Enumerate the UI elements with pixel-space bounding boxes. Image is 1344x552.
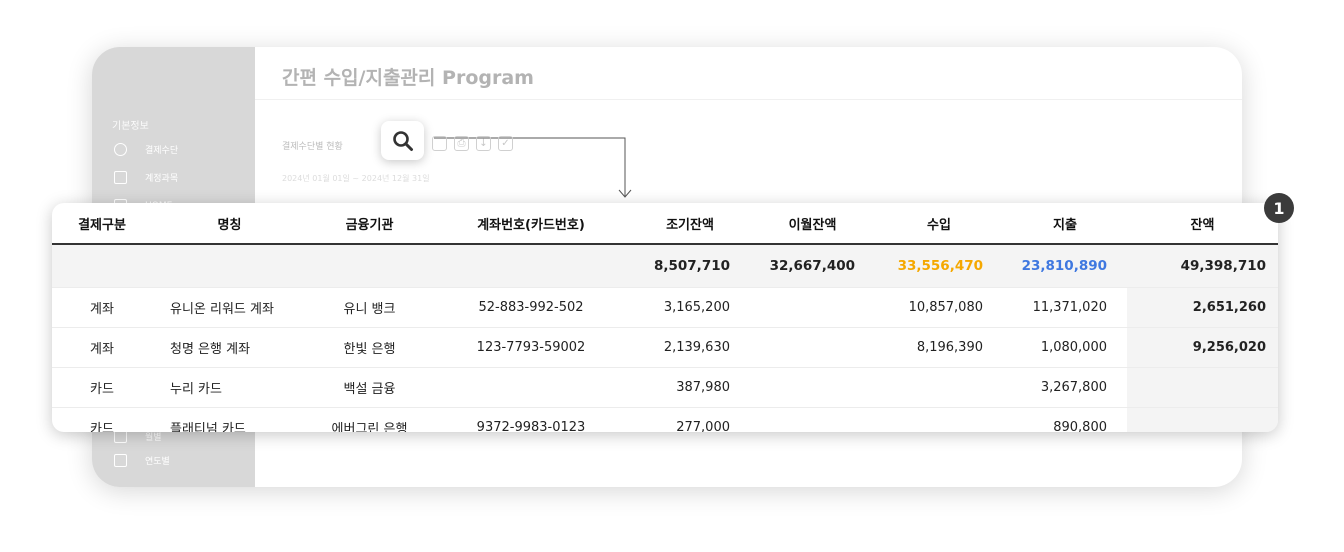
status-label: 결제수단별 현황 <box>282 142 343 152</box>
app-title: 간편 수입/지출관리 Program <box>282 63 534 90</box>
payment-table: 결제구분 명칭 금융기관 계좌번호(카드번호) 조기잔액 이월잔액 수입 지출 … <box>52 203 1278 432</box>
date-range: 2024년 01월 01일 ~ 2024년 12월 31일 <box>282 174 430 183</box>
total-empty <box>432 244 630 288</box>
cell-bank: 에버그린 은행 <box>307 407 432 432</box>
cell-name: 유니온 리워드 계좌 <box>152 287 307 328</box>
download-icon[interactable]: ↓ <box>476 136 491 151</box>
table-row[interactable]: 카드 누리 카드 백설 금융 387,980 3,267,800 <box>52 367 1278 408</box>
cell-initial: 277,000 <box>630 407 750 432</box>
cell-balance <box>1127 367 1278 408</box>
payment-table-card: 결제구분 명칭 금융기관 계좌번호(카드번호) 조기잔액 이월잔액 수입 지출 … <box>52 203 1278 432</box>
monitor-icon[interactable] <box>432 136 447 151</box>
total-income: 33,556,470 <box>875 244 1003 288</box>
search-icon <box>392 130 413 151</box>
cell-income <box>875 407 1003 432</box>
col-header-income: 수입 <box>875 203 1003 245</box>
cell-initial: 387,980 <box>630 367 750 408</box>
sidebar-item-accounts[interactable]: 계정과목 <box>114 171 178 184</box>
col-header-initial: 조기잔액 <box>630 203 750 245</box>
cell-expense: 3,267,800 <box>1003 367 1127 408</box>
cell-account: 123-7793-59002 <box>432 327 630 368</box>
cell-name: 청명 은행 계좌 <box>152 327 307 368</box>
cell-balance: 2,651,260 <box>1127 287 1278 328</box>
cell-type: 계좌 <box>52 327 152 368</box>
sidebar-item-label: 연도별 <box>145 457 170 467</box>
cell-carryover <box>750 407 875 432</box>
col-header-bank: 금융기관 <box>307 203 432 245</box>
cell-type: 카드 <box>52 367 152 408</box>
cell-carryover <box>750 287 875 328</box>
cell-expense: 890,800 <box>1003 407 1127 432</box>
cell-carryover <box>750 367 875 408</box>
app-title-text: 간편 수입/지출관리 <box>282 67 436 89</box>
cell-expense: 1,080,000 <box>1003 327 1127 368</box>
header-divider <box>255 99 1242 100</box>
target-icon <box>114 143 127 156</box>
sidebar-section-title: 기본정보 <box>112 121 149 132</box>
cell-account <box>432 367 630 408</box>
col-header-expense: 지출 <box>1003 203 1127 245</box>
col-header-balance: 잔액 <box>1127 203 1278 245</box>
cell-balance <box>1127 407 1278 432</box>
col-header-name: 명칭 <box>152 203 307 245</box>
cell-carryover <box>750 327 875 368</box>
totals-row: 8,507,710 32,667,400 33,556,470 23,810,8… <box>52 244 1278 288</box>
sidebar-item-payment-methods[interactable]: 결제수단 <box>114 143 178 156</box>
cell-account: 52-883-992-502 <box>432 287 630 328</box>
search-button[interactable] <box>381 121 424 160</box>
cell-name: 누리 카드 <box>152 367 307 408</box>
total-empty <box>307 244 432 288</box>
print-icon[interactable]: ⎙ <box>454 136 469 151</box>
cell-bank: 백설 금융 <box>307 367 432 408</box>
table-header-row: 결제구분 명칭 금융기관 계좌번호(카드번호) 조기잔액 이월잔액 수입 지출 … <box>52 203 1278 245</box>
cell-income: 10,857,080 <box>875 287 1003 328</box>
cell-bank: 유니 뱅크 <box>307 287 432 328</box>
total-empty <box>52 244 152 288</box>
total-empty <box>152 244 307 288</box>
check-icon[interactable]: ✓ <box>498 136 513 151</box>
table-row[interactable]: 카드 플래티넘 카드 에버그린 은행 9372-9983-0123 277,00… <box>52 407 1278 432</box>
cell-initial: 2,139,630 <box>630 327 750 368</box>
cell-name: 플래티넘 카드 <box>152 407 307 432</box>
cell-initial: 3,165,200 <box>630 287 750 328</box>
app-title-suffix: Program <box>442 67 534 89</box>
total-balance: 49,398,710 <box>1127 244 1278 288</box>
table-row[interactable]: 계좌 청명 은행 계좌 한빛 은행 123-7793-59002 2,139,6… <box>52 327 1278 368</box>
total-expense: 23,810,890 <box>1003 244 1127 288</box>
total-carryover: 32,667,400 <box>750 244 875 288</box>
step-badge: 1 <box>1264 193 1294 223</box>
table-row[interactable]: 계좌 유니온 리워드 계좌 유니 뱅크 52-883-992-502 3,165… <box>52 287 1278 328</box>
sidebar-item-label: 계정과목 <box>145 174 179 184</box>
cell-bank: 한빛 은행 <box>307 327 432 368</box>
cell-income: 8,196,390 <box>875 327 1003 368</box>
cell-type: 계좌 <box>52 287 152 328</box>
total-initial: 8,507,710 <box>630 244 750 288</box>
cell-type: 카드 <box>52 407 152 432</box>
sidebar-item-label: 결제수단 <box>145 146 179 156</box>
cell-balance: 9,256,020 <box>1127 327 1278 368</box>
cell-income <box>875 367 1003 408</box>
document-icon <box>114 171 127 184</box>
col-header-carryover: 이월잔액 <box>750 203 875 245</box>
cell-account: 9372-9983-0123 <box>432 407 630 432</box>
toolbar-icons: ⎙ ↓ ✓ <box>432 136 513 151</box>
col-header-account: 계좌번호(카드번호) <box>432 203 630 245</box>
cell-expense: 11,371,020 <box>1003 287 1127 328</box>
calendar-icon <box>114 454 127 467</box>
sidebar-item-yearly[interactable]: 연도별 <box>114 454 170 467</box>
col-header-type: 결제구분 <box>52 203 152 245</box>
